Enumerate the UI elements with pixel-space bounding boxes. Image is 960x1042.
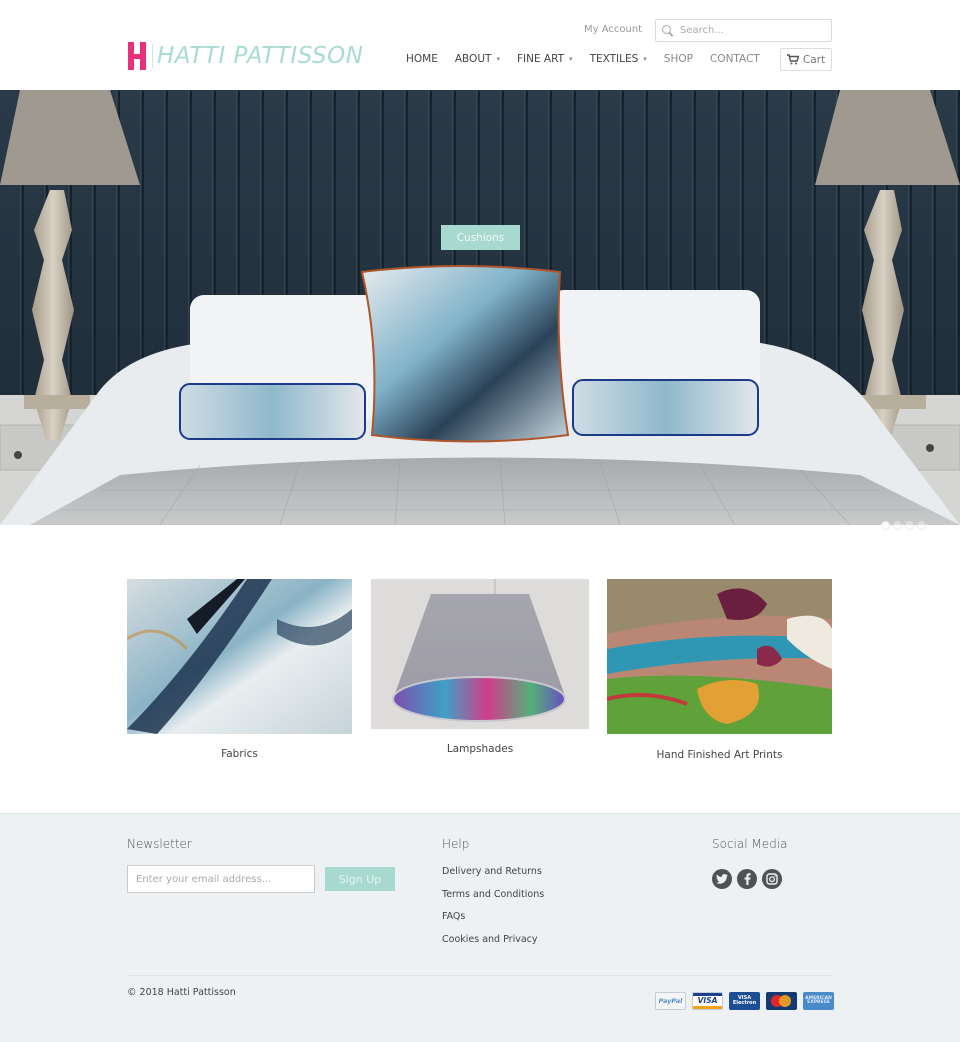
visa-electron-icon: VISA Electron <box>729 992 760 1010</box>
nav-home-label: HOME <box>406 53 438 65</box>
collection-label: Hand Finished Art Prints <box>656 749 783 761</box>
twitter-icon[interactable] <box>712 869 732 889</box>
mastercard-icon <box>766 992 797 1010</box>
cart-icon <box>786 54 799 65</box>
social-links <box>712 869 782 889</box>
nav-about[interactable]: ABOUT ▾ <box>455 53 500 65</box>
search-icon <box>662 24 674 37</box>
fabrics-image <box>127 579 352 734</box>
search-input[interactable] <box>680 25 820 36</box>
collection-fabrics[interactable]: Fabrics <box>127 579 352 769</box>
nav-shop[interactable]: SHOP <box>664 53 693 65</box>
newsletter-email-input[interactable] <box>127 865 315 893</box>
slide-dot[interactable] <box>893 521 902 530</box>
visa-icon: VISA <box>692 992 723 1010</box>
hero-image <box>0 90 960 525</box>
nav-fine-art-label: FINE ART <box>516 53 565 65</box>
nav-textiles[interactable]: TEXTILES ▾ <box>590 53 647 65</box>
my-account-link[interactable]: My Account <box>584 24 642 35</box>
site-logo[interactable]: HATTI PATTISSON <box>127 41 363 71</box>
cart-label: Cart <box>802 53 826 66</box>
collection-label: Lampshades <box>446 743 514 755</box>
site-footer: Newsletter Sign Up Help Delivery and Ret… <box>0 813 960 1042</box>
main-nav: HOME ABOUT ▾ FINE ART ▾ TEXTILES ▾ SHOP CON… <box>406 51 777 67</box>
lampshades-image <box>371 579 589 729</box>
amex-icon: AMERICAN EXPRESS <box>803 992 834 1010</box>
footer-divider <box>127 975 832 976</box>
chevron-down-icon: ▾ <box>643 55 647 63</box>
nav-fine-art[interactable]: FINE ART ▾ <box>517 53 573 65</box>
chevron-down-icon: ▾ <box>569 55 573 63</box>
logo-text: HATTI PATTISSON <box>157 43 364 69</box>
search-box[interactable] <box>655 19 832 42</box>
copyright-text: © 2018 Hatti Pattisson <box>127 987 236 998</box>
art-prints-image <box>607 579 832 734</box>
help-link-cookies[interactable]: Cookies and Privacy <box>442 934 538 945</box>
slide-dot[interactable] <box>881 521 890 530</box>
chevron-down-icon: ▾ <box>496 55 500 63</box>
nav-contact-label: CONTACT <box>709 53 760 65</box>
logo-h-icon <box>127 42 153 70</box>
signup-button[interactable]: Sign Up <box>325 867 395 891</box>
collection-lampshades[interactable]: Lampshades <box>371 579 589 764</box>
nav-about-label: ABOUT <box>454 53 492 65</box>
help-heading: Help <box>442 837 470 851</box>
slide-indicators <box>881 521 926 530</box>
facebook-icon[interactable] <box>737 869 757 889</box>
hero-cta-button[interactable]: Cushions <box>441 225 520 250</box>
cart-button[interactable]: Cart <box>780 48 832 71</box>
payment-methods: PayPal VISA VISA Electron AMERICAN EXPRE… <box>655 992 834 1010</box>
social-heading: Social Media <box>712 837 788 851</box>
nav-contact[interactable]: CONTACT <box>710 53 760 65</box>
nav-textiles-label: TEXTILES <box>589 53 639 65</box>
paypal-icon: PayPal <box>655 992 686 1010</box>
slide-dot[interactable] <box>917 521 926 530</box>
collection-art-prints[interactable]: Hand Finished Art Prints <box>607 579 832 769</box>
nav-home[interactable]: HOME <box>406 53 438 65</box>
help-link-faqs[interactable]: FAQs <box>442 911 465 922</box>
site-header: HATTI PATTISSON My Account HOME ABOUT ▾ F… <box>0 0 960 90</box>
instagram-icon[interactable] <box>762 869 782 889</box>
slide-dot[interactable] <box>905 521 914 530</box>
newsletter-heading: Newsletter <box>127 837 192 851</box>
help-link-terms[interactable]: Terms and Conditions <box>442 889 544 900</box>
help-link-delivery[interactable]: Delivery and Returns <box>442 866 542 877</box>
hero-slideshow: Cushions <box>0 90 960 525</box>
collection-label: Fabrics <box>221 748 258 760</box>
nav-shop-label: SHOP <box>663 53 693 65</box>
